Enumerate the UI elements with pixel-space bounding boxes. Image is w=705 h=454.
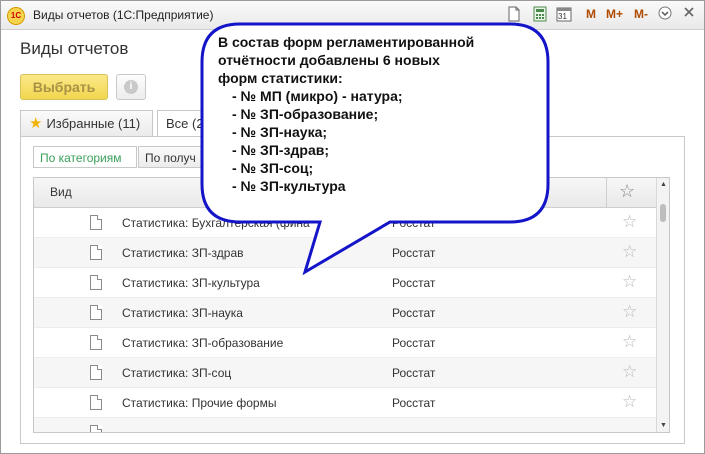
document-icon [90,395,102,410]
document-icon [90,305,102,320]
row-recipient: Росстат [392,306,436,320]
column-header-view[interactable]: Вид [50,185,72,199]
table-row-partial[interactable] [34,418,656,432]
row-name: Статистика: Прочие формы [122,396,277,410]
document-icon [90,215,102,230]
document-icon [90,365,102,380]
favorite-star-icon[interactable]: ☆ [622,242,637,262]
calendar-day-label: 31 [558,12,567,21]
menu-icon[interactable] [657,6,673,22]
memory-button-m-minus[interactable]: M- [634,7,648,21]
row-name: Статистика: ЗП-образование [122,336,284,350]
table-scrollbar[interactable]: ▲ ▼ [656,178,669,432]
scroll-up-icon[interactable]: ▲ [660,181,667,188]
row-name: Статистика: ЗП-культура [122,276,260,290]
tab-all-label: Все (2 [166,116,204,131]
row-name: Статистика: Бухгалтерская (фина [122,216,310,230]
document-icon [90,335,102,350]
tab-favorites-label: Избранные (11) [46,116,141,131]
row-recipient: Росстат [392,246,436,260]
callout-item: - № ЗП-культура [232,178,346,194]
callout-text: В состав форм регламентированной отчётно… [218,33,528,195]
favorite-star-icon[interactable]: ☆ [622,272,637,292]
favorite-star-icon[interactable]: ☆ [622,212,637,232]
callout-line: форм статистики: [218,70,343,86]
memory-button-m-plus[interactable]: M+ [606,7,623,21]
calculator-icon[interactable] [532,6,548,22]
scroll-thumb[interactable] [660,204,666,222]
row-recipient: Росстат [392,336,436,350]
tab-all[interactable]: Все (2 [157,110,217,138]
callout-item: - № ЗП-образование; [232,106,379,122]
info-icon: i [124,80,138,94]
subtab-by-category[interactable]: По категориям [33,146,137,168]
row-name: Статистика: ЗП-здрав [122,246,244,260]
row-recipient: Росстат [392,276,436,290]
favorite-column-star-icon[interactable]: ☆ [619,181,635,202]
scroll-down-icon[interactable]: ▼ [660,422,667,429]
favorite-star-icon[interactable]: ☆ [622,392,637,412]
table-row[interactable]: Статистика: ЗП-соц Росстат ☆ [34,358,656,388]
callout-item: - № ЗП-наука; [232,124,328,140]
table-row[interactable]: Статистика: ЗП-наука Росстат ☆ [34,298,656,328]
title-bar: 1С Виды отчетов (1С:Предприятие) 31 M M+… [1,1,704,30]
favorite-star-icon[interactable]: ☆ [622,302,637,322]
document-icon[interactable] [506,6,522,22]
callout-item: - № ЗП-здрав; [232,142,329,158]
row-name: Статистика: ЗП-наука [122,306,243,320]
memory-button-m[interactable]: M [586,7,596,21]
close-icon[interactable] [681,6,697,22]
favorite-star-icon[interactable]: ☆ [622,332,637,352]
document-icon [90,275,102,290]
calendar-icon[interactable]: 31 [556,6,572,22]
app-logo-icon: 1С [7,7,25,25]
row-recipient: Росстат [392,396,436,410]
table-row[interactable]: Статистика: Бухгалтерская (фина Росстат ☆ [34,208,656,238]
info-button[interactable]: i [116,74,146,100]
table-row[interactable]: Статистика: ЗП-здрав Росстат ☆ [34,238,656,268]
callout-item: - № МП (микро) - натура; [232,88,403,104]
table-row[interactable]: Статистика: ЗП-культура Росстат ☆ [34,268,656,298]
report-types-table: Вид ☆ Статистика: Бухгалтерская (фина Рос… [33,177,670,433]
callout-line: В состав форм регламентированной [218,34,475,50]
row-name: Статистика: ЗП-соц [122,366,232,380]
tab-favorites[interactable]: ★ Избранные (11) [20,110,153,136]
row-recipient: Росстат [392,366,436,380]
window-title: Виды отчетов (1С:Предприятие) [33,8,214,22]
table-row[interactable]: Статистика: ЗП-образование Росстат ☆ [34,328,656,358]
document-icon [90,245,102,260]
table-row[interactable]: Статистика: Прочие формы Росстат ☆ [34,388,656,418]
row-recipient: Росстат [392,216,436,230]
document-icon [90,425,102,432]
select-button[interactable]: Выбрать [20,74,108,100]
page-title: Виды отчетов [20,39,129,58]
star-icon: ★ [29,115,43,132]
table-rows: Статистика: Бухгалтерская (фина Росстат ☆ … [34,208,656,432]
favorite-star-icon[interactable]: ☆ [622,362,637,382]
callout-line: отчётности добавлены 6 новых [218,52,440,68]
column-separator [606,178,607,207]
callout-item: - № ЗП-соц; [232,160,314,176]
